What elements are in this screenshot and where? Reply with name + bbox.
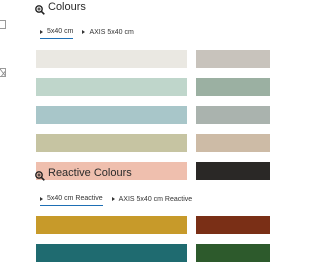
colour-swatch[interactable] [196,134,270,152]
colour-swatch[interactable] [196,216,270,234]
tab-label: 5x40 cm [47,28,74,35]
colour-swatch[interactable] [36,134,187,152]
colour-swatch[interactable] [36,106,187,124]
triangle-right-icon [40,29,43,34]
colour-swatch[interactable] [196,162,270,180]
colour-swatch[interactable] [196,244,270,262]
tab-label: 5x40 cm Reactive [47,195,103,202]
tab-axis-5x40[interactable]: AXIS 5x40 cm [82,28,134,39]
colours-tabs: 5x40 cm AXIS 5x40 cm [40,28,143,39]
colour-swatch[interactable] [196,78,270,96]
colour-swatch[interactable] [36,244,187,262]
tab-axis-5x40-reactive[interactable]: AXIS 5x40 cm Reactive [111,195,193,206]
section-title: Reactive Colours [48,167,132,179]
colour-swatch[interactable] [36,50,187,68]
close-icon[interactable] [0,68,6,77]
colours-heading: Colours [35,1,86,15]
zoom-in-icon[interactable] [35,2,45,15]
section-title: Colours [48,1,86,13]
checkbox[interactable] [0,20,6,29]
triangle-right-icon [40,196,43,201]
tab-5x40-reactive[interactable]: 5x40 cm Reactive [40,195,103,206]
reactive-colours-heading: Reactive Colours [35,167,132,181]
tab-label: AXIS 5x40 cm [89,28,134,36]
zoom-in-icon[interactable] [35,168,45,181]
tab-label: AXIS 5x40 cm Reactive [118,195,193,203]
colour-swatch[interactable] [36,216,187,234]
triangle-right-icon [82,30,86,34]
tab-5x40[interactable]: 5x40 cm [40,28,74,39]
colour-swatch[interactable] [36,78,187,96]
triangle-right-icon [111,197,115,201]
colour-swatch[interactable] [196,50,270,68]
reactive-tabs: 5x40 cm Reactive AXIS 5x40 cm Reactive [40,195,201,206]
colour-swatch[interactable] [196,106,270,124]
